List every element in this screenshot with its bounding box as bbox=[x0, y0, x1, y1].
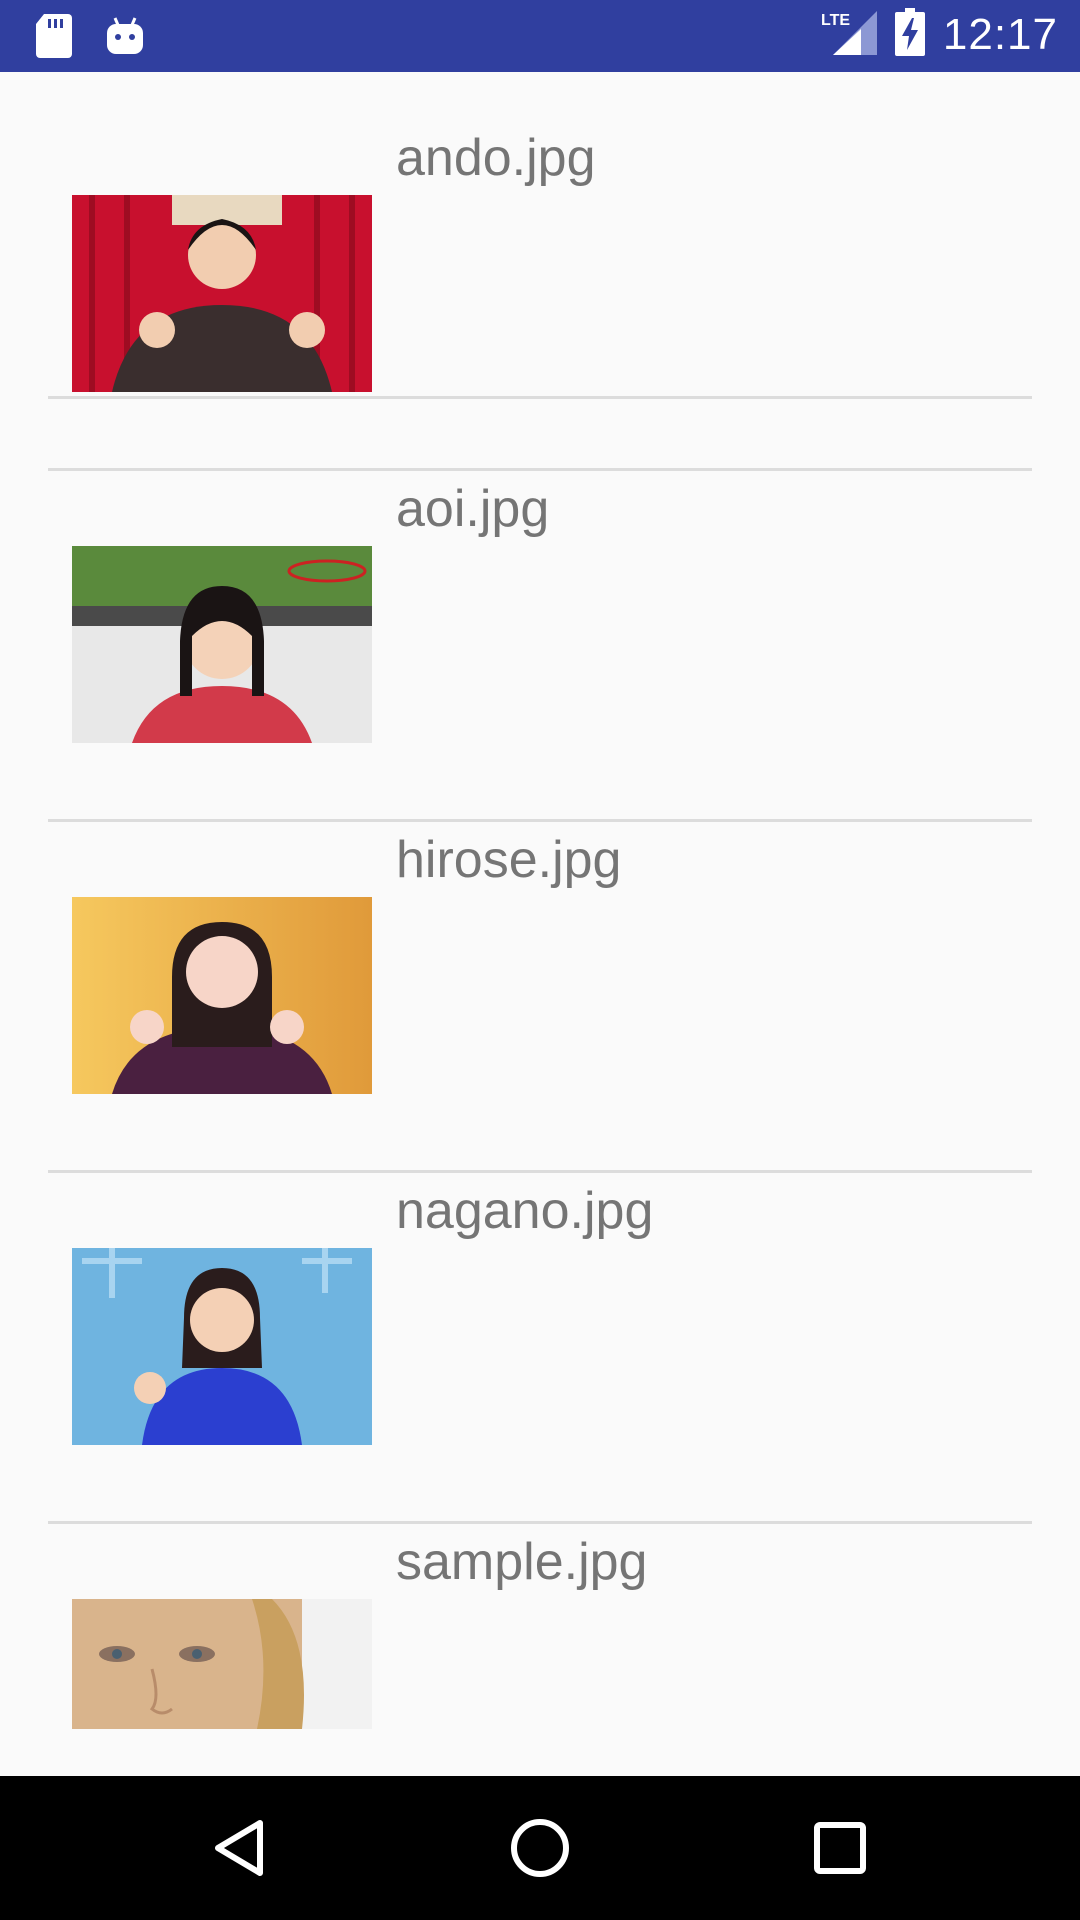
thumbnail-image bbox=[72, 1599, 372, 1729]
list-item[interactable]: nagano.jpg bbox=[0, 1125, 1080, 1476]
list-item[interactable]: aoi.jpg bbox=[0, 423, 1080, 774]
navigation-bar bbox=[0, 1776, 1080, 1920]
list-item[interactable]: ando.jpg bbox=[0, 72, 1080, 423]
divider bbox=[48, 396, 1032, 399]
divider bbox=[48, 1521, 1032, 1524]
lte-signal-icon: LTE bbox=[821, 9, 877, 60]
back-icon[interactable] bbox=[160, 1776, 320, 1920]
clock: 12:17 bbox=[942, 9, 1058, 59]
divider bbox=[48, 468, 1032, 471]
sd-card-icon bbox=[36, 14, 72, 63]
file-list[interactable]: ando.jpg aoi.jpg hirose.jpg nagano.jpg s… bbox=[0, 72, 1080, 1776]
file-name: sample.jpg bbox=[396, 1533, 648, 1591]
thumbnail-image bbox=[72, 897, 372, 1094]
recents-icon[interactable] bbox=[760, 1776, 920, 1920]
file-name: nagano.jpg bbox=[396, 1182, 654, 1240]
battery-charging-icon bbox=[894, 8, 925, 61]
thumbnail-image bbox=[72, 546, 372, 743]
divider bbox=[48, 819, 1032, 822]
svg-text:LTE: LTE bbox=[821, 12, 850, 29]
home-icon[interactable] bbox=[460, 1776, 620, 1920]
file-name: aoi.jpg bbox=[396, 480, 550, 538]
divider bbox=[48, 1170, 1032, 1173]
status-bar: LTE 12:17 bbox=[0, 0, 1080, 72]
thumbnail-image bbox=[72, 195, 372, 392]
file-name: hirose.jpg bbox=[396, 831, 622, 889]
android-icon bbox=[106, 16, 144, 61]
file-name: ando.jpg bbox=[396, 129, 596, 187]
thumbnail-image bbox=[72, 1248, 372, 1445]
list-item[interactable]: hirose.jpg bbox=[0, 774, 1080, 1125]
